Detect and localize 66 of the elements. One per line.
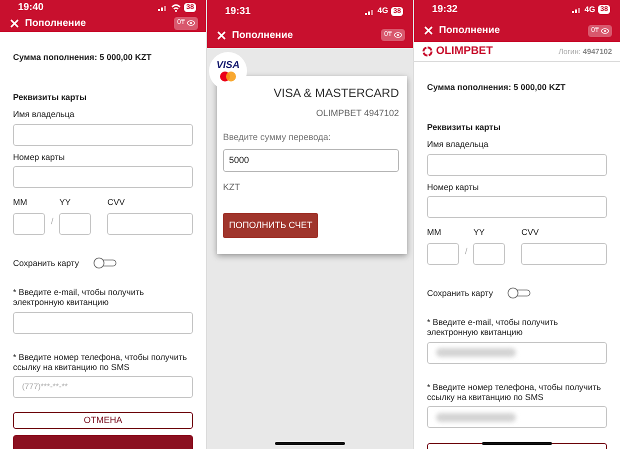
close-icon[interactable] bbox=[424, 26, 433, 36]
field-label: YY bbox=[59, 196, 72, 208]
field-label: Имя владельца bbox=[13, 109, 76, 120]
cancel-button[interactable]: ОТМЕНА bbox=[13, 412, 193, 429]
status-time: 19:31 bbox=[225, 4, 251, 18]
input-field[interactable] bbox=[427, 406, 607, 428]
amount-summary: Сумма пополнения: 5 000,00 KZT bbox=[427, 80, 566, 94]
field-label: Имя владельца bbox=[427, 139, 490, 150]
input-field[interactable] bbox=[59, 212, 92, 234]
signal-icon bbox=[572, 6, 582, 14]
input-field[interactable] bbox=[427, 154, 607, 176]
separator-text: / bbox=[51, 214, 54, 228]
page-title: Пополнение bbox=[232, 28, 293, 42]
status-time: 19:40 bbox=[18, 1, 44, 15]
close-icon[interactable] bbox=[10, 18, 19, 28]
field-label: Номер карты bbox=[13, 152, 66, 162]
field-label: MM bbox=[427, 226, 442, 238]
input-field[interactable] bbox=[427, 342, 607, 364]
input-field[interactable] bbox=[427, 242, 459, 264]
input-field[interactable] bbox=[521, 242, 607, 264]
amount-summary: Сумма пополнения: 5 000,00 KZT bbox=[13, 50, 152, 64]
toggle-label: Сохранить карту bbox=[13, 256, 80, 270]
currency-label: KZT bbox=[223, 181, 241, 194]
network-label: 4G bbox=[584, 4, 596, 16]
account-number: OLIMPBET 4947102 bbox=[315, 107, 399, 120]
continue-button[interactable] bbox=[13, 435, 193, 449]
toggle-label: Сохранить карту bbox=[427, 286, 494, 300]
page-title: Пополнение bbox=[439, 24, 500, 38]
input-field[interactable] bbox=[107, 212, 193, 234]
field-label: YY bbox=[473, 226, 486, 238]
brand-logo-icon bbox=[422, 46, 433, 58]
signal-icon bbox=[158, 4, 168, 11]
network-label: 4G bbox=[378, 5, 388, 17]
eye-icon[interactable] bbox=[187, 20, 195, 26]
field-label: * Введите номер телефона, чтобы получить ссылку на квитанцию по SMS bbox=[427, 382, 602, 402]
input-field[interactable] bbox=[13, 124, 193, 146]
toggle-switch[interactable] bbox=[507, 286, 532, 299]
section-title: Реквизиты карты bbox=[427, 120, 502, 134]
field-label: Номер карты bbox=[427, 182, 480, 192]
input-field[interactable] bbox=[13, 312, 193, 334]
field-label: * Введите e-mail, чтобы получить электронную квитанцию bbox=[13, 287, 145, 308]
toggle-switch[interactable] bbox=[93, 256, 118, 269]
input-field[interactable] bbox=[473, 242, 506, 264]
amount-field[interactable]: 5000 bbox=[223, 149, 399, 172]
eye-icon[interactable] bbox=[601, 28, 609, 34]
close-icon[interactable] bbox=[217, 30, 226, 40]
input-field[interactable] bbox=[13, 212, 45, 234]
field-label: CVV bbox=[521, 226, 540, 238]
mastercard-icon bbox=[219, 70, 237, 82]
input-field[interactable] bbox=[427, 196, 607, 218]
field-label: Введите сумму перевода: bbox=[223, 130, 332, 144]
field-label: CVV bbox=[107, 196, 126, 208]
status-time: 19:32 bbox=[432, 3, 458, 18]
card-title: VISA & MASTERCARD bbox=[272, 85, 399, 102]
section-title: Реквизиты карты bbox=[13, 90, 88, 104]
input-field[interactable] bbox=[13, 166, 193, 188]
top-up-button[interactable]: ПОПОЛНИТЬ СЧЕТ bbox=[223, 212, 318, 238]
separator-text: / bbox=[465, 244, 468, 258]
field-label: * Введите номер телефона, чтобы получить ссылку на квитанцию по SMS bbox=[13, 352, 188, 372]
signal-icon bbox=[364, 8, 375, 14]
visa-logo: VISA bbox=[216, 60, 240, 70]
field-label: * Введите e-mail, чтобы получить электронную квитанцию bbox=[427, 317, 559, 338]
brand-name: OLIMPBET bbox=[436, 44, 493, 60]
eye-icon[interactable] bbox=[394, 32, 402, 38]
page-title: Пополнение bbox=[25, 16, 86, 31]
field-label: MM bbox=[13, 196, 28, 208]
